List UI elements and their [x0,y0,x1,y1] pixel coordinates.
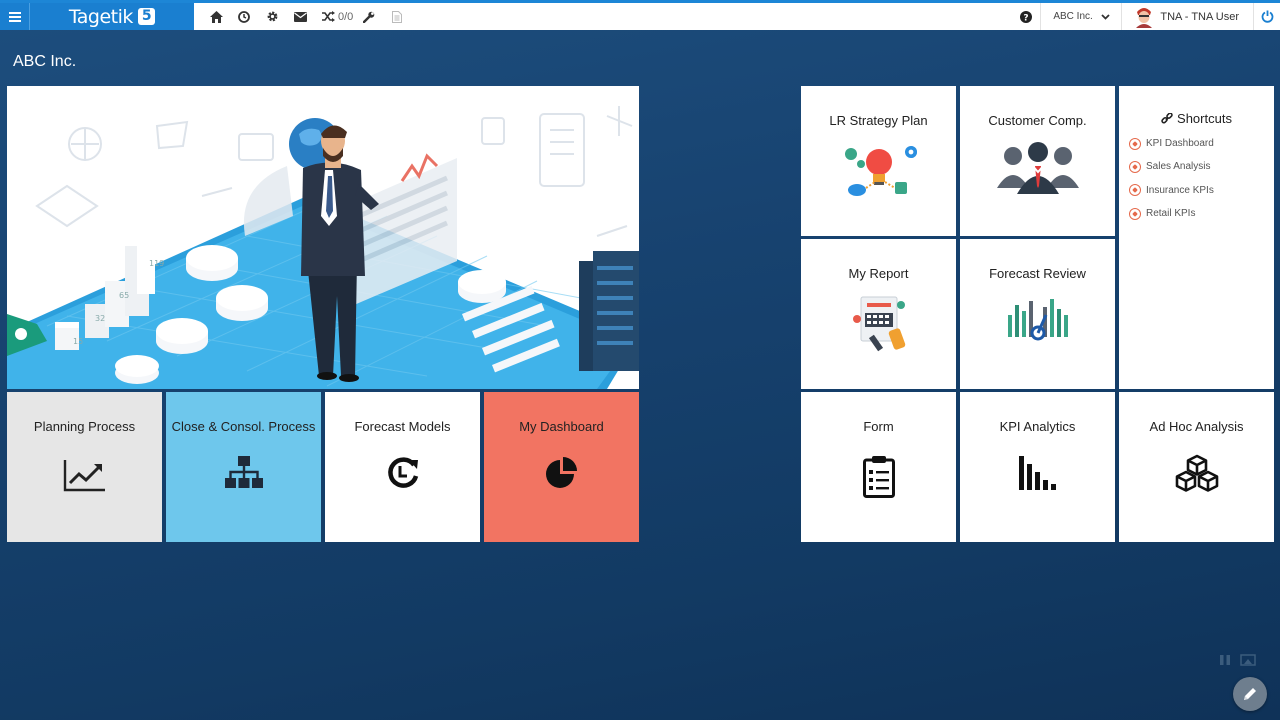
shortcut-retail-kpis[interactable]: Retail KPIs [1129,202,1214,225]
avatar [1136,7,1153,28]
hero-illustration: 119 65 32 15 [7,86,639,389]
document-button[interactable] [383,3,411,30]
picture-in-picture-icon[interactable] [1240,654,1256,666]
tile-label: Form [863,419,894,434]
planning-process-tile[interactable]: Planning Process [7,392,162,542]
report-icon [852,296,905,352]
entity-selector[interactable]: ABC Inc. [1041,3,1121,30]
svg-text:32: 32 [95,314,105,323]
my-report-tile[interactable]: My Report [801,239,956,389]
ad-hoc-analysis-tile[interactable]: Ad Hoc Analysis [1119,392,1274,542]
link-icon [1161,112,1173,124]
page-title: ABC Inc. [13,53,77,70]
tile-label: Customer Comp. [988,113,1087,128]
clock-icon [238,10,250,23]
shortcuts-list: KPI Dashboard Sales Analysis Insurance K… [1129,132,1214,225]
tile-label: My Dashboard [519,419,604,434]
customer-comp-tile[interactable]: Customer Comp. [960,86,1115,236]
shortcut-icon [1129,137,1141,150]
user-name: TNA - TNA User [1160,10,1239,23]
forecast-models-tile[interactable]: Forecast Models [325,392,480,542]
envelope-icon [293,11,307,22]
shortcut-sales-analysis[interactable]: Sales Analysis [1129,155,1214,178]
power-icon [1261,10,1273,23]
home-icon [209,10,223,23]
app-logo[interactable]: Tagetik 5 [30,3,194,30]
shortcut-icon [1129,184,1141,197]
close-consol-process-tile[interactable]: Close & Consol. Process [166,392,321,542]
cubes-icon [1175,454,1218,492]
shortcut-label: Insurance KPIs [1146,184,1214,196]
gear-icon [267,11,277,22]
line-chart-icon [63,460,105,492]
kpi-analytics-tile[interactable]: KPI Analytics [960,392,1115,542]
svg-text:65: 65 [119,291,129,300]
bar-descending-icon [1018,456,1056,490]
shortcut-insurance-kpis[interactable]: Insurance KPIs [1129,179,1214,202]
workflow-counter: 0/0 [338,10,354,23]
help-button[interactable]: ? [1012,3,1040,30]
video-controls [1218,654,1256,666]
forecast-review-tile[interactable]: Forecast Review [960,239,1115,389]
logout-button[interactable] [1254,3,1280,30]
menu-button[interactable] [0,3,30,30]
shortcut-kpi-dashboard[interactable]: KPI Dashboard [1129,132,1214,155]
clipboard-icon [862,456,895,498]
tile-label: Ad Hoc Analysis [1149,419,1244,434]
question-icon: ? [1020,10,1033,23]
pause-icon[interactable] [1218,654,1232,666]
lr-strategy-plan-tile[interactable]: LR Strategy Plan [801,86,956,236]
hamburger-icon [8,11,21,22]
shortcut-icon [1129,160,1141,173]
pie-chart-icon [545,457,577,488]
messages-button[interactable] [286,3,314,30]
svg-text:119: 119 [149,259,164,268]
tile-label: Planning Process [33,419,136,434]
tile-label: Forecast Review [989,266,1086,281]
my-dashboard-tile[interactable]: My Dashboard [484,392,639,542]
shortcuts-panel: Shortcuts KPI Dashboard Sales Analysis I… [1119,86,1274,389]
entity-label: ABC Inc. [1053,11,1093,22]
tile-label: Close & Consol. Process [171,419,316,434]
org-chart-icon [224,456,263,488]
shortcut-label: Retail KPIs [1146,208,1196,220]
business-analytics-illustration: 119 65 32 15 [7,106,639,389]
form-tile[interactable]: Form [801,392,956,542]
document-icon [392,10,403,23]
customer-group-icon [996,142,1079,194]
home-button[interactable] [202,3,230,30]
forecast-bars-icon [1007,299,1068,341]
tile-label: KPI Analytics [999,419,1076,434]
user-menu[interactable]: TNA - TNA User [1122,3,1253,30]
logo-text: Tagetik [68,5,134,28]
svg-text:15: 15 [73,337,83,346]
tile-label: Forecast Models [354,419,451,434]
clock-refresh-icon [387,457,418,488]
pencil-icon [1244,688,1256,700]
top-bar: Tagetik 5 0/0 ? ABC Inc. TNA - TNA User [0,0,1280,30]
history-button[interactable] [230,3,258,30]
tools-button[interactable] [355,3,383,30]
chevron-down-icon [1101,13,1110,20]
shortcut-label: KPI Dashboard [1146,138,1214,150]
tile-label: LR Strategy Plan [829,113,928,128]
shortcut-label: Sales Analysis [1146,161,1211,173]
edit-button[interactable] [1233,677,1267,711]
strategy-lightbulb-icon [844,146,917,196]
logo-version: 5 [137,8,156,25]
svg-text:?: ? [1024,13,1029,23]
shortcuts-title: Shortcuts [1177,111,1232,126]
settings-button[interactable] [258,3,286,30]
shortcut-icon [1129,207,1141,220]
wrench-icon [363,11,375,23]
shuffle-icon [321,11,335,22]
tile-label: My Report [848,266,909,281]
